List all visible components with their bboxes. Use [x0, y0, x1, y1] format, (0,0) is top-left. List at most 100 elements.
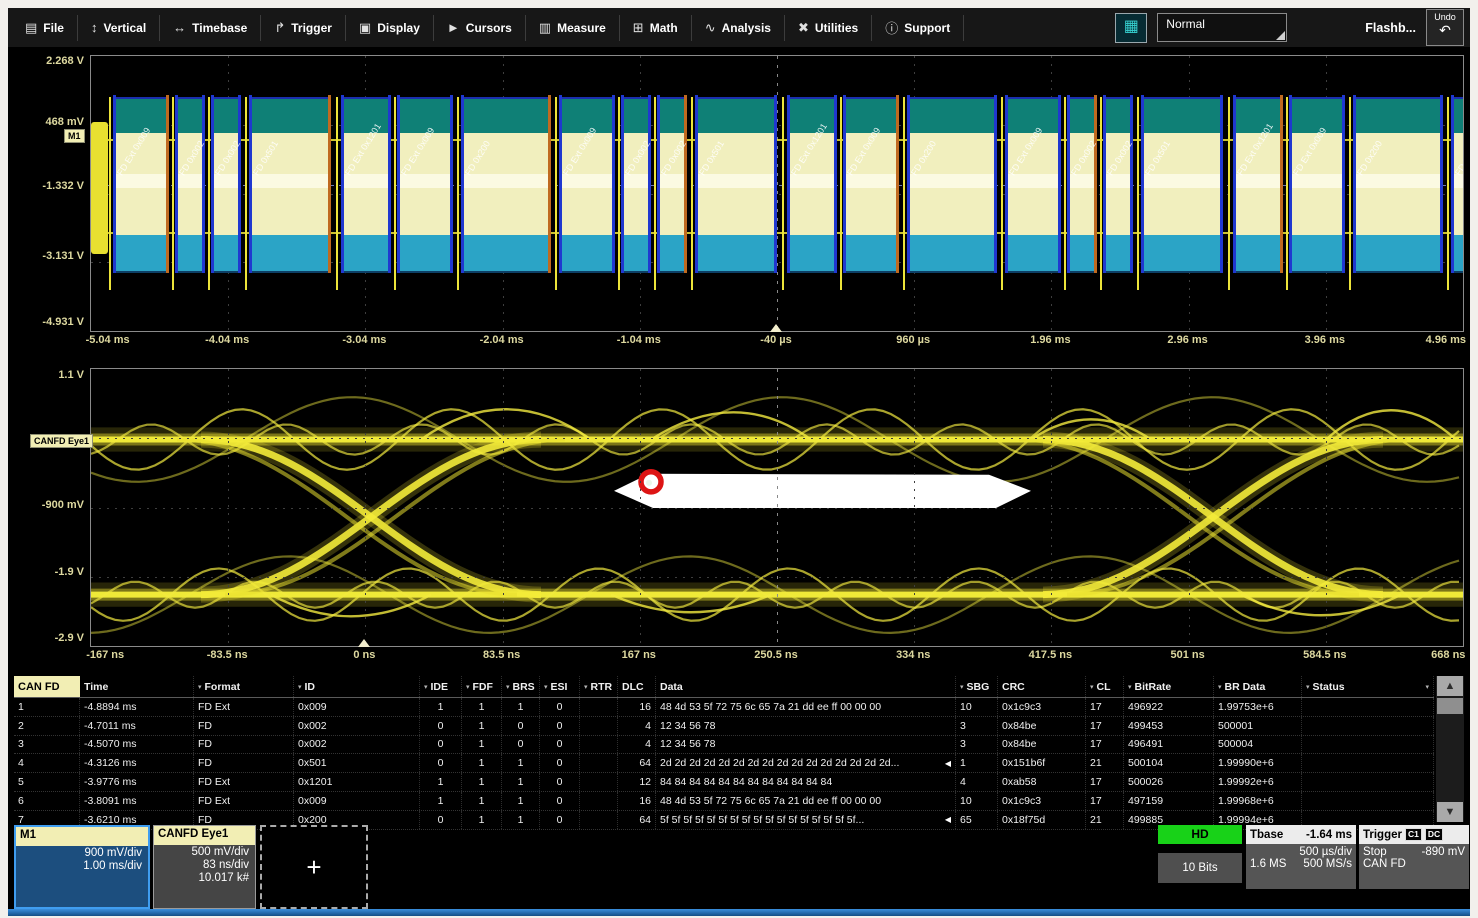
column-header-dlc[interactable]: DLC: [618, 676, 656, 697]
trigger-tile[interactable]: Trigger C1 DC Stop-890 mV CAN FD: [1359, 825, 1469, 889]
top-y-label: -3.131 V: [8, 250, 84, 262]
cell-value: 17: [1090, 795, 1102, 807]
frame-band-mid: [211, 174, 241, 188]
column-header-rtr[interactable]: ▾RTR: [580, 676, 618, 697]
cell-value: 1.99990e+6: [1218, 757, 1274, 769]
cell-value: 1: [479, 738, 485, 750]
top-x-label: 1.96 ms: [1030, 334, 1070, 346]
decode-title-cell[interactable]: CAN FD: [14, 676, 80, 697]
row-index: 1: [14, 698, 80, 716]
column-header-brdata[interactable]: ▾BR Data: [1214, 676, 1302, 697]
column-filter-icon[interactable]: ▾: [1218, 683, 1222, 691]
canfd-eye1-badge[interactable]: CANFD Eye1: [30, 434, 93, 448]
cell-bitrate: 496491: [1124, 736, 1214, 754]
cell-value: -3.9776 ms: [84, 776, 137, 788]
column-filter-icon[interactable]: ▾: [198, 683, 202, 691]
column-header-format[interactable]: ▾Format: [194, 676, 294, 697]
cell-esi: 0: [540, 736, 580, 754]
column-header-brs[interactable]: ▾BRS: [502, 676, 540, 697]
menu-cursors[interactable]: ►Cursors: [434, 15, 526, 41]
timebase-tile[interactable]: Tbase -1.64 ms 500 µs/div 1.6 MS500 MS/s: [1246, 825, 1356, 889]
undo-button[interactable]: Undo ↶: [1426, 9, 1464, 46]
column-header-time[interactable]: Time: [80, 676, 194, 697]
scroll-thumb[interactable]: [1437, 698, 1463, 714]
table-row[interactable]: 6-3.8091 msFD Ext0x00911101648 4d 53 5f …: [14, 792, 1434, 811]
column-header-id[interactable]: ▾ID: [294, 676, 420, 697]
column-label: RTR: [591, 681, 613, 693]
column-header-cl[interactable]: ▾CL: [1086, 676, 1124, 697]
column-filter-icon[interactable]: ▾: [506, 683, 510, 691]
cell-value: 500004: [1218, 738, 1253, 750]
cell-value: 65: [960, 814, 972, 826]
trigger-icon: ↱: [274, 20, 285, 36]
cell-esi: 0: [540, 698, 580, 716]
m1-channel-badge[interactable]: M1: [64, 129, 85, 143]
acquisition-tile[interactable]: HD 10 Bits: [1158, 825, 1242, 883]
column-header-esi[interactable]: ▾ESI: [540, 676, 580, 697]
eye-y-label: -1.9 V: [8, 566, 84, 578]
frame-edge-stripe: [113, 95, 116, 274]
top-waveform-plot[interactable]: FD Ext 0x009FD 0x002FD 0x002FD 0x501FD E…: [90, 55, 1464, 332]
menu-vertical[interactable]: ↕Vertical: [78, 15, 160, 41]
menu-analysis[interactable]: ∿Analysis: [692, 15, 785, 41]
table-row[interactable]: 2-4.7011 msFD0x0020100412 34 56 7830x84b…: [14, 717, 1434, 736]
menu-file[interactable]: ▤File: [12, 15, 78, 41]
frame-gap-spike: [1064, 97, 1066, 290]
flashback-menu[interactable]: Flashb...: [1365, 21, 1416, 35]
cell-value: 1.99753e+6: [1218, 701, 1274, 713]
cell-value: 0: [518, 738, 524, 750]
table-row[interactable]: 3-4.5070 msFD0x0020100412 34 56 7830x84b…: [14, 736, 1434, 755]
column-header-fdf[interactable]: ▾FDF: [462, 676, 502, 697]
table-row[interactable]: 4-4.3126 msFD0x5010110642d 2d 2d 2d 2d 2…: [14, 754, 1434, 773]
column-header-bitrate[interactable]: ▾BitRate: [1124, 676, 1214, 697]
cell-value: 0: [438, 738, 444, 750]
cell-value: 21: [1090, 757, 1102, 769]
table-scrollbar[interactable]: ▲ ▼: [1436, 676, 1464, 822]
cell-time: -4.3126 ms: [80, 754, 194, 772]
scroll-up-button[interactable]: ▲: [1437, 676, 1463, 696]
cell-ide: 0: [420, 736, 462, 754]
frame-gap-spike: [782, 97, 784, 290]
column-filter-icon[interactable]: ▾: [1128, 683, 1132, 691]
cell-value: 17: [1090, 738, 1102, 750]
menu-display[interactable]: ▣Display: [346, 15, 434, 41]
cell-dlc: 16: [618, 792, 656, 810]
cell-id: 0x009: [294, 698, 420, 716]
column-filter-icon[interactable]: ▾: [544, 683, 548, 691]
column-filter-icon[interactable]: ▾: [466, 683, 470, 691]
menu-items: ▤File↕Vertical↔Timebase↱Trigger▣Display►…: [8, 15, 964, 41]
eye-diagram-plot[interactable]: [90, 368, 1464, 647]
menu-math[interactable]: ⊞Math: [620, 15, 692, 41]
column-header-status[interactable]: ▾Status▾: [1302, 676, 1434, 697]
add-trace-button[interactable]: +: [260, 825, 368, 909]
column-header-sbg[interactable]: ▾SBG: [956, 676, 998, 697]
descriptor-canfd-eye1[interactable]: CANFD Eye1500 mV/div83 ns/div10.017 k#: [153, 825, 256, 909]
menu-utilities[interactable]: ✖Utilities: [785, 15, 872, 41]
eye-x-label: 584.5 ns: [1303, 649, 1346, 661]
column-filter-icon[interactable]: ▾: [298, 683, 302, 691]
grid-display-button[interactable]: ▦: [1115, 13, 1147, 43]
column-filter-icon[interactable]: ▾: [960, 683, 964, 691]
menu-measure[interactable]: ▥Measure: [526, 15, 620, 41]
column-header-ide[interactable]: ▾IDE: [420, 676, 462, 697]
table-row[interactable]: 5-3.9776 msFD Ext0x120111101284 84 84 84…: [14, 773, 1434, 792]
menu-trigger[interactable]: ↱Trigger: [261, 15, 346, 41]
scroll-down-button[interactable]: ▼: [1437, 802, 1463, 822]
menu-timebase[interactable]: ↔Timebase: [160, 15, 261, 41]
display-mode-select[interactable]: Normal: [1157, 13, 1287, 42]
column-filter-icon[interactable]: ▾: [1425, 683, 1429, 691]
can-frame: FD Ext 0x009: [1289, 56, 1345, 331]
descriptor-line: 1.00 ms/div: [16, 859, 148, 872]
column-filter-icon[interactable]: ▾: [424, 683, 428, 691]
column-filter-icon[interactable]: ▾: [1306, 683, 1310, 691]
trigger-level: -890 mV: [1422, 846, 1465, 858]
descriptor-m1[interactable]: M1900 mV/div1.00 ms/div: [14, 825, 150, 909]
column-header-data[interactable]: Data: [656, 676, 956, 697]
column-filter-icon[interactable]: ▾: [584, 683, 588, 691]
table-row[interactable]: 1-4.8894 msFD Ext0x00911101648 4d 53 5f …: [14, 698, 1434, 717]
cell-value: 497159: [1128, 795, 1163, 807]
column-filter-icon[interactable]: ▾: [1090, 683, 1094, 691]
cell-status: [1302, 717, 1434, 735]
menu-support[interactable]: ⓘSupport: [872, 15, 964, 41]
column-header-crc[interactable]: CRC: [998, 676, 1086, 697]
